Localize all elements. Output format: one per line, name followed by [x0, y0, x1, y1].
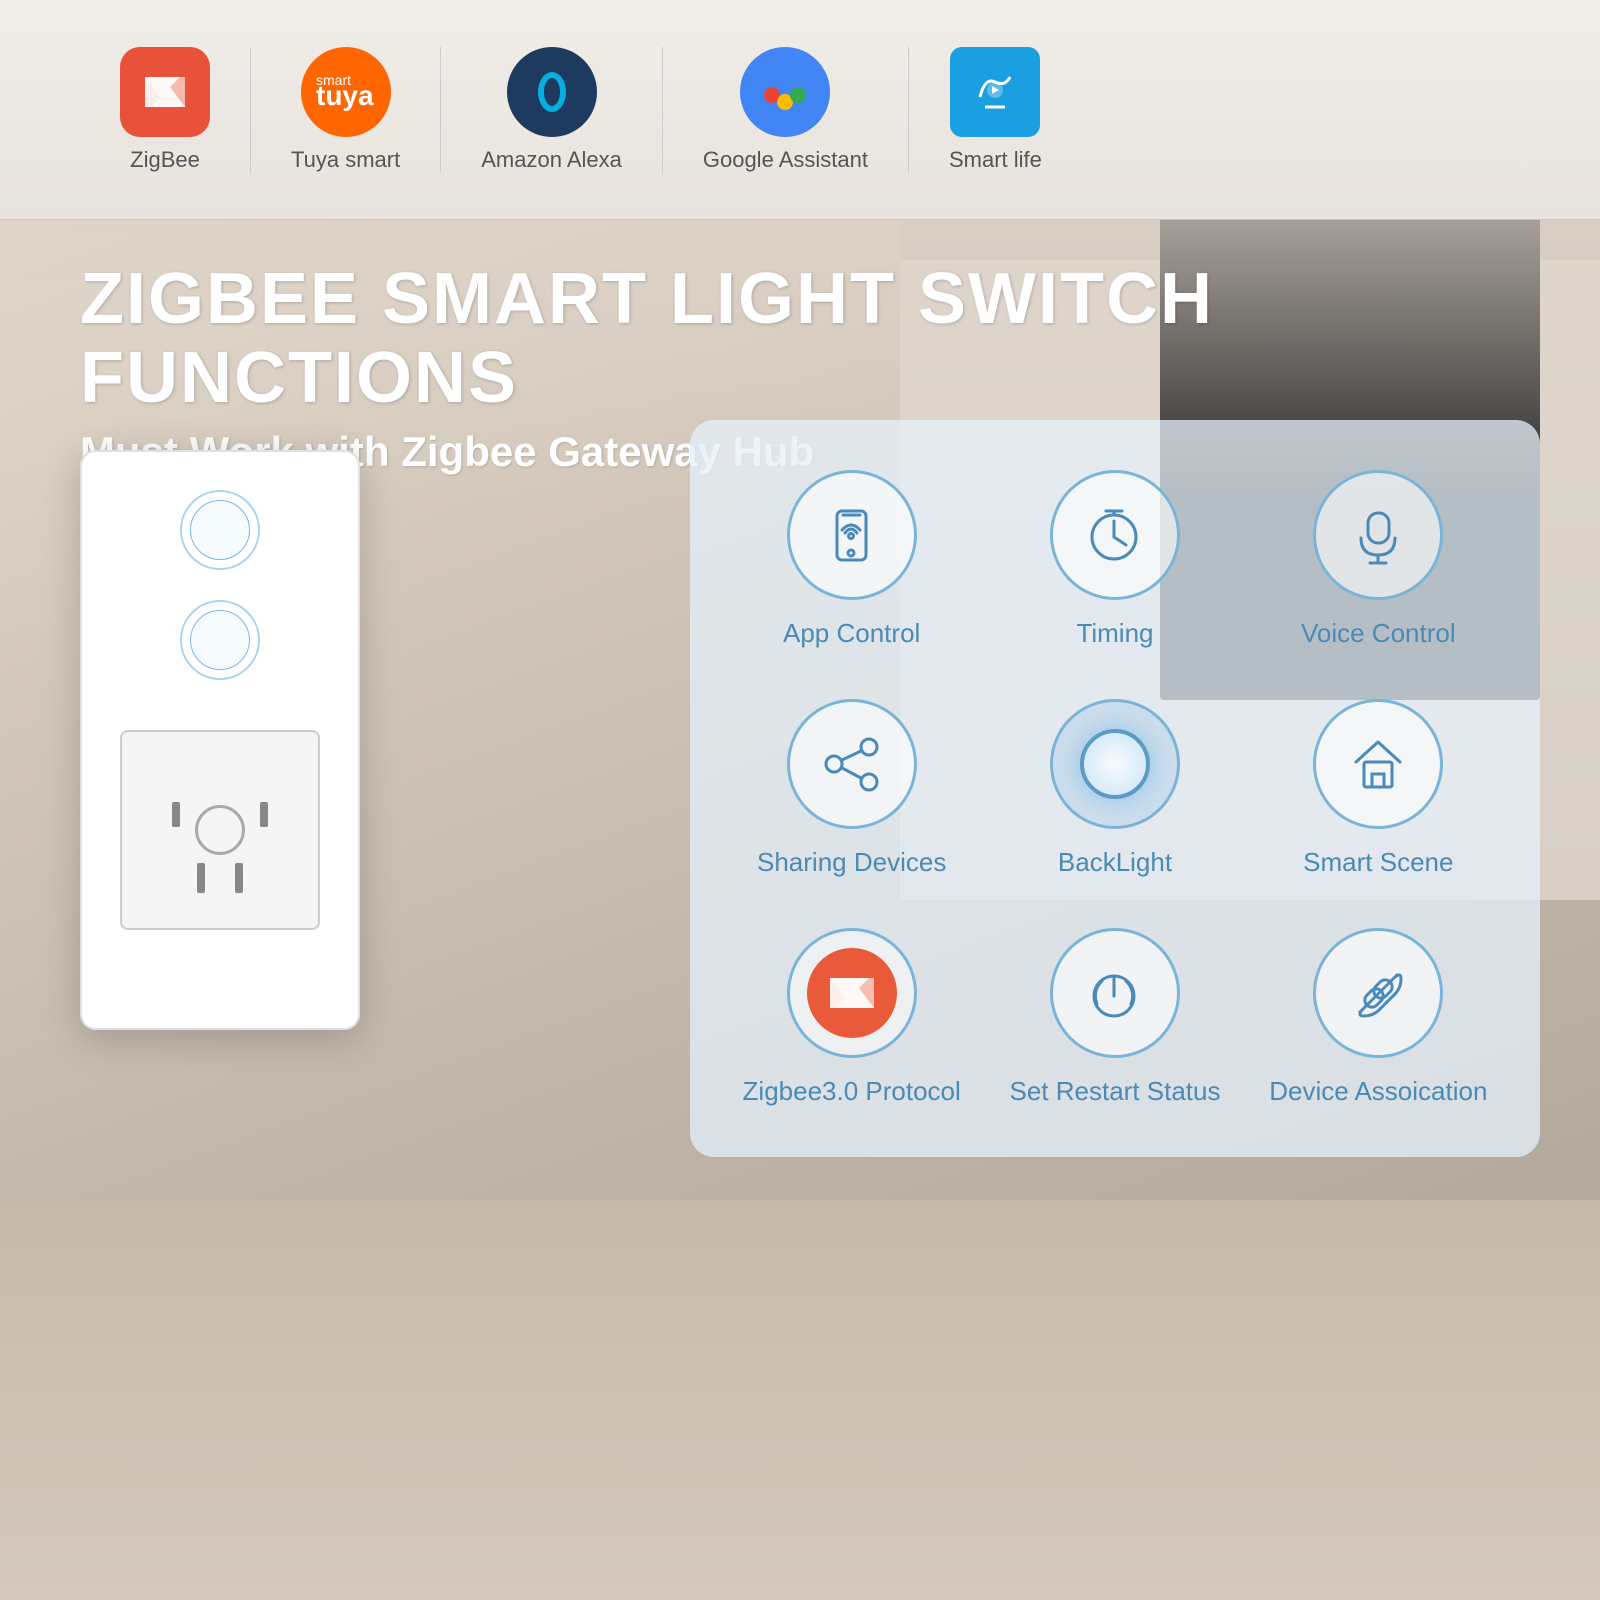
backlight-inner [1080, 729, 1150, 799]
feature-label-timing: Timing [1076, 618, 1153, 649]
link-icon [1346, 961, 1411, 1026]
home-icon [1346, 732, 1411, 797]
zigbee-logo-item: ZigBee [80, 47, 251, 173]
switch-device [80, 450, 360, 1030]
feature-label-smart-scene: Smart Scene [1303, 847, 1453, 878]
feature-label-voice-control: Voice Control [1301, 618, 1456, 649]
feature-label-backlight: BackLight [1058, 847, 1172, 878]
tuya-logo: tuya smart [301, 47, 391, 137]
smartlife-logo-item: Smart life [909, 47, 1082, 173]
feature-label-device-association: Device Assoication [1269, 1076, 1487, 1107]
phone-icon [819, 503, 884, 568]
switch-button-inner-2 [190, 610, 250, 670]
svg-text:smart: smart [316, 72, 351, 88]
feature-label-restart: Set Restart Status [1010, 1076, 1221, 1107]
feature-timing: Timing [993, 470, 1236, 649]
feature-circle-smart-scene [1313, 699, 1443, 829]
feature-circle-restart [1050, 928, 1180, 1058]
features-panel: App Control Timing Voice Control [690, 420, 1540, 1157]
outlet-slot-left [172, 802, 180, 827]
outlet-ground-ring [195, 805, 245, 855]
feature-circle-sharing [787, 699, 917, 829]
feature-circle-app-control [787, 470, 917, 600]
feature-circle-timing [1050, 470, 1180, 600]
smartlife-label: Smart life [949, 147, 1042, 173]
google-logo [740, 47, 830, 137]
main-title: ZIGBEE SMART LIGHT SWITCH FUNCTIONS [80, 260, 1520, 418]
feature-voice-control: Voice Control [1257, 470, 1500, 649]
alexa-label: Amazon Alexa [481, 147, 622, 173]
outlet-slot-right [260, 802, 268, 827]
feature-label-app-control: App Control [783, 618, 920, 649]
google-logo-item: Google Assistant [663, 47, 909, 173]
feature-smart-scene: Smart Scene [1257, 699, 1500, 878]
feature-circle-backlight [1050, 699, 1180, 829]
feature-label-zigbee: Zigbee3.0 Protocol [743, 1076, 961, 1107]
feature-restart: Set Restart Status [993, 928, 1236, 1107]
room-floor [0, 1200, 1600, 1600]
power-outlet [120, 730, 320, 930]
feature-zigbee: Zigbee3.0 Protocol [730, 928, 973, 1107]
tuya-label: Tuya smart [291, 147, 400, 173]
zigbee-label: ZigBee [130, 147, 200, 173]
zigbee-logo [120, 47, 210, 137]
switch-button-2[interactable] [180, 600, 260, 680]
feature-sharing: Sharing Devices [730, 699, 973, 878]
switch-button-inner-1 [190, 500, 250, 560]
feature-label-sharing: Sharing Devices [757, 847, 946, 878]
share-icon [819, 732, 884, 797]
feature-circle-voice-control [1313, 470, 1443, 600]
google-label: Google Assistant [703, 147, 868, 173]
clock-icon [1082, 503, 1147, 568]
feature-circle-device-association [1313, 928, 1443, 1058]
zigbee-inner-logo [807, 948, 897, 1038]
outlet-pin-left [197, 863, 205, 893]
tuya-logo-item: tuya smart Tuya smart [251, 47, 441, 173]
feature-device-association: Device Assoication [1257, 928, 1500, 1107]
feature-app-control: App Control [730, 470, 973, 649]
mic-icon [1346, 503, 1411, 568]
alexa-logo-item: Amazon Alexa [441, 47, 663, 173]
smartlife-logo [950, 47, 1040, 137]
feature-backlight: BackLight [993, 699, 1236, 878]
outlet-pin-right [235, 863, 243, 893]
power-icon [1082, 961, 1147, 1026]
feature-circle-zigbee [787, 928, 917, 1058]
switch-button-1[interactable] [180, 490, 260, 570]
logo-bar: ZigBee tuya smart Tuya smart Amazon Alex… [0, 0, 1600, 220]
alexa-logo [507, 47, 597, 137]
